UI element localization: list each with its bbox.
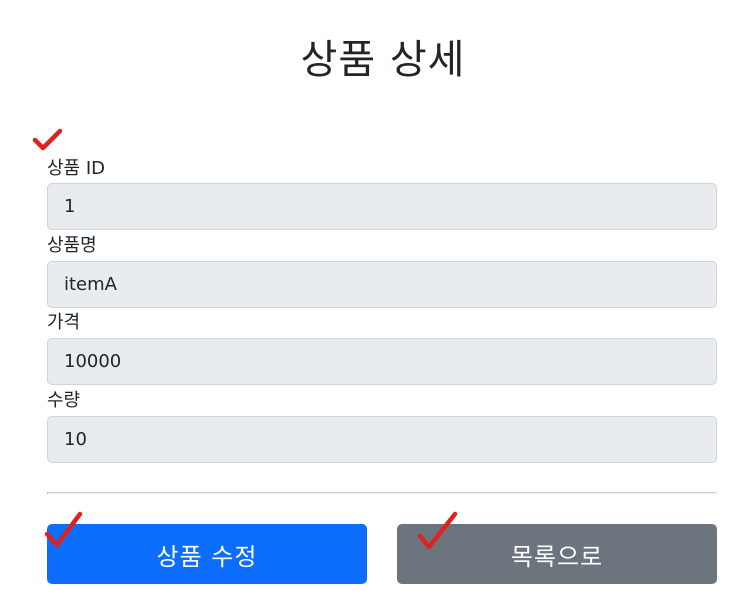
item-id-field[interactable] xyxy=(47,183,717,230)
red-checkmark-icon xyxy=(32,128,63,151)
page-title: 상품 상세 xyxy=(300,37,466,83)
item-name-field[interactable] xyxy=(47,261,717,308)
item-detail-page: 상품 상세 상품 ID 상품명 가격 수량 상품 수정 목록으로 xyxy=(0,0,752,611)
back-to-list-button[interactable]: 목록으로 xyxy=(397,524,717,584)
price-label: 가격 xyxy=(47,312,81,333)
item-name-label: 상품명 xyxy=(47,235,97,256)
item-id-label: 상품 ID xyxy=(47,158,106,179)
edit-item-button[interactable]: 상품 수정 xyxy=(47,524,367,584)
quantity-label: 수량 xyxy=(47,390,81,411)
divider xyxy=(47,492,717,494)
quantity-field[interactable] xyxy=(47,416,717,463)
price-field[interactable] xyxy=(47,338,717,385)
